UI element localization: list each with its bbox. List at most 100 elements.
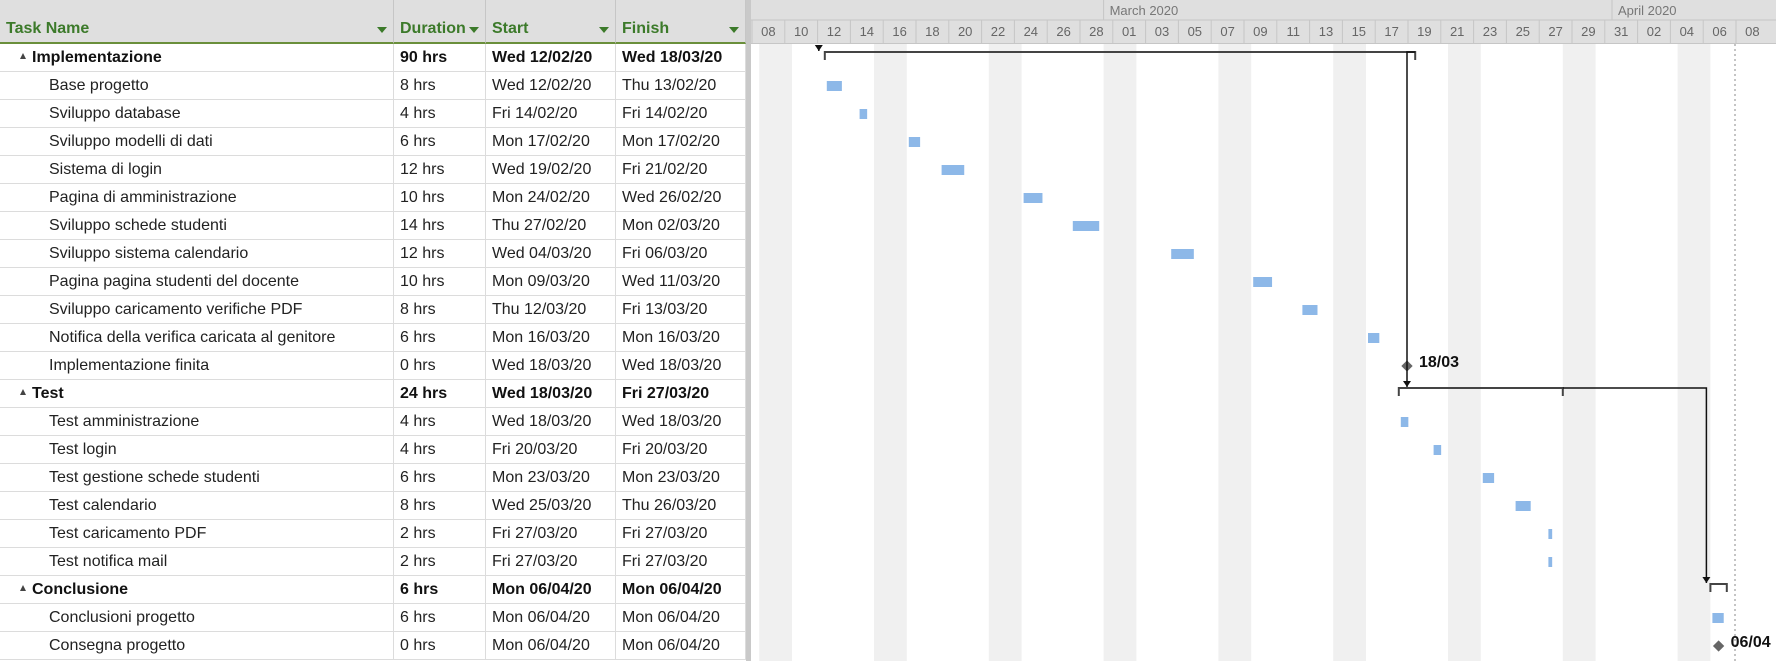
task-name-cell[interactable]: Conclusione [0, 576, 394, 604]
task-finish-cell[interactable]: Mon 23/03/20 [616, 464, 746, 492]
task-name-cell[interactable]: Test caricamento PDF [0, 520, 394, 548]
task-finish-cell[interactable]: Mon 06/04/20 [616, 576, 746, 604]
task-start-cell[interactable]: Fri 14/02/20 [486, 100, 616, 128]
task-finish-cell[interactable]: Mon 06/04/20 [616, 632, 746, 660]
task-finish-cell[interactable]: Fri 14/02/20 [616, 100, 746, 128]
task-start-cell[interactable]: Wed 18/03/20 [486, 352, 616, 380]
task-start-cell[interactable]: Mon 06/04/20 [486, 604, 616, 632]
task-start-cell[interactable]: Wed 19/02/20 [486, 156, 616, 184]
task-finish-cell[interactable]: Wed 18/03/20 [616, 408, 746, 436]
column-header-finish[interactable]: Finish [616, 0, 746, 44]
task-name-cell[interactable]: Notifica della verifica caricata al geni… [0, 324, 394, 352]
collapse-caret-icon[interactable] [20, 388, 26, 395]
summary-task-row[interactable]: Test 24 hrs Wed 18/03/20 Fri 27/03/20 [0, 380, 746, 408]
task-duration-cell[interactable]: 10 hrs [394, 268, 486, 296]
task-duration-cell[interactable]: 4 hrs [394, 100, 486, 128]
task-duration-cell[interactable]: 14 hrs [394, 212, 486, 240]
task-name-cell[interactable]: Sviluppo caricamento verifiche PDF [0, 296, 394, 324]
task-finish-cell[interactable]: Fri 21/02/20 [616, 156, 746, 184]
task-start-cell[interactable]: Wed 12/02/20 [486, 72, 616, 100]
filter-dropdown-icon[interactable] [469, 27, 479, 33]
task-row[interactable]: Sistema di login 12 hrs Wed 19/02/20 Fri 21… [0, 156, 746, 184]
task-row[interactable]: Test amministrazione 4 hrs Wed 18/03/20 Wed… [0, 408, 746, 436]
task-name-cell[interactable]: Test amministrazione [0, 408, 394, 436]
task-finish-cell[interactable]: Mon 06/04/20 [616, 604, 746, 632]
task-row[interactable]: Sviluppo schede studenti 14 hrs Thu 27/02/… [0, 212, 746, 240]
task-finish-cell[interactable]: Fri 27/03/20 [616, 380, 746, 408]
task-start-cell[interactable]: Fri 20/03/20 [486, 436, 616, 464]
task-name-cell[interactable]: Consegna progetto [0, 632, 394, 660]
task-name-cell[interactable]: Sviluppo schede studenti [0, 212, 394, 240]
task-start-cell[interactable]: Mon 06/04/20 [486, 576, 616, 604]
task-start-cell[interactable]: Mon 24/02/20 [486, 184, 616, 212]
summary-task-row[interactable]: Conclusione 6 hrs Mon 06/04/20 Mon 06/04/20 [0, 576, 746, 604]
task-start-cell[interactable]: Wed 18/03/20 [486, 408, 616, 436]
summary-task-row[interactable]: Implementazione 90 hrs Wed 12/02/20 Wed 18/… [0, 44, 746, 72]
task-name-cell[interactable]: Implementazione [0, 44, 394, 72]
task-name-cell[interactable]: Test gestione schede studenti [0, 464, 394, 492]
task-start-cell[interactable]: Wed 18/03/20 [486, 380, 616, 408]
task-duration-cell[interactable]: 6 hrs [394, 128, 486, 156]
task-start-cell[interactable]: Mon 17/02/20 [486, 128, 616, 156]
task-start-cell[interactable]: Wed 25/03/20 [486, 492, 616, 520]
task-finish-cell[interactable]: Fri 06/03/20 [616, 240, 746, 268]
task-duration-cell[interactable]: 0 hrs [394, 632, 486, 660]
task-start-cell[interactable]: Wed 04/03/20 [486, 240, 616, 268]
task-duration-cell[interactable]: 4 hrs [394, 408, 486, 436]
task-finish-cell[interactable]: Fri 13/03/20 [616, 296, 746, 324]
task-row[interactable]: Test caricamento PDF 2 hrs Fri 27/03/20 Fri… [0, 520, 746, 548]
task-name-cell[interactable]: Sviluppo modelli di dati [0, 128, 394, 156]
task-duration-cell[interactable]: 6 hrs [394, 464, 486, 492]
task-start-cell[interactable]: Fri 27/03/20 [486, 520, 616, 548]
task-row[interactable]: Pagina pagina studenti del docente 10 hrs… [0, 268, 746, 296]
task-finish-cell[interactable]: Wed 18/03/20 [616, 44, 746, 72]
task-finish-cell[interactable]: Wed 26/02/20 [616, 184, 746, 212]
task-finish-cell[interactable]: Mon 02/03/20 [616, 212, 746, 240]
filter-dropdown-icon[interactable] [729, 27, 739, 33]
task-name-cell[interactable]: Pagina pagina studenti del docente [0, 268, 394, 296]
task-start-cell[interactable]: Mon 23/03/20 [486, 464, 616, 492]
collapse-caret-icon[interactable] [20, 584, 26, 591]
task-duration-cell[interactable]: 2 hrs [394, 520, 486, 548]
task-duration-cell[interactable]: 10 hrs [394, 184, 486, 212]
task-duration-cell[interactable]: 24 hrs [394, 380, 486, 408]
task-start-cell[interactable]: Wed 12/02/20 [486, 44, 616, 72]
task-finish-cell[interactable]: Thu 13/02/20 [616, 72, 746, 100]
task-finish-cell[interactable]: Wed 11/03/20 [616, 268, 746, 296]
task-duration-cell[interactable]: 6 hrs [394, 576, 486, 604]
milestone-task-row[interactable]: Implementazione finita 0 hrs Wed 18/03/20 W… [0, 352, 746, 380]
task-duration-cell[interactable]: 8 hrs [394, 492, 486, 520]
task-row[interactable]: Sviluppo sistema calendario 12 hrs Wed 04/… [0, 240, 746, 268]
task-name-cell[interactable]: Sviluppo database [0, 100, 394, 128]
task-start-cell[interactable]: Fri 27/03/20 [486, 548, 616, 576]
task-name-cell[interactable]: Implementazione finita [0, 352, 394, 380]
task-name-cell[interactable]: Sistema di login [0, 156, 394, 184]
task-name-cell[interactable]: Test login [0, 436, 394, 464]
milestone-task-row[interactable]: Consegna progetto 0 hrs Mon 06/04/20 Mon 06… [0, 632, 746, 660]
task-finish-cell[interactable]: Fri 27/03/20 [616, 520, 746, 548]
task-row[interactable]: Test login 4 hrs Fri 20/03/20 Fri 20/03/20 [0, 436, 746, 464]
task-finish-cell[interactable]: Thu 26/03/20 [616, 492, 746, 520]
task-row[interactable]: Conclusioni progetto 6 hrs Mon 06/04/20 Mon… [0, 604, 746, 632]
task-finish-cell[interactable]: Wed 18/03/20 [616, 352, 746, 380]
task-row[interactable]: Test gestione schede studenti 6 hrs Mon 23… [0, 464, 746, 492]
task-start-cell[interactable]: Mon 06/04/20 [486, 632, 616, 660]
column-header-start[interactable]: Start [486, 0, 616, 44]
task-start-cell[interactable]: Thu 12/03/20 [486, 296, 616, 324]
task-row[interactable]: Sviluppo database 4 hrs Fri 14/02/20 Fri 14… [0, 100, 746, 128]
task-duration-cell[interactable]: 6 hrs [394, 324, 486, 352]
task-finish-cell[interactable]: Fri 20/03/20 [616, 436, 746, 464]
task-start-cell[interactable]: Mon 16/03/20 [486, 324, 616, 352]
task-name-cell[interactable]: Test [0, 380, 394, 408]
task-duration-cell[interactable]: 8 hrs [394, 296, 486, 324]
task-start-cell[interactable]: Mon 09/03/20 [486, 268, 616, 296]
task-name-cell[interactable]: Base progetto [0, 72, 394, 100]
task-duration-cell[interactable]: 2 hrs [394, 548, 486, 576]
task-row[interactable]: Sviluppo modelli di dati 6 hrs Mon 17/02/2… [0, 128, 746, 156]
task-finish-cell[interactable]: Mon 17/02/20 [616, 128, 746, 156]
task-finish-cell[interactable]: Fri 27/03/20 [616, 548, 746, 576]
task-row[interactable]: Base progetto 8 hrs Wed 12/02/20 Thu 13/02/… [0, 72, 746, 100]
task-row[interactable]: Pagina di amministrazione 10 hrs Mon 24/02… [0, 184, 746, 212]
task-duration-cell[interactable]: 6 hrs [394, 604, 486, 632]
filter-dropdown-icon[interactable] [599, 27, 609, 33]
